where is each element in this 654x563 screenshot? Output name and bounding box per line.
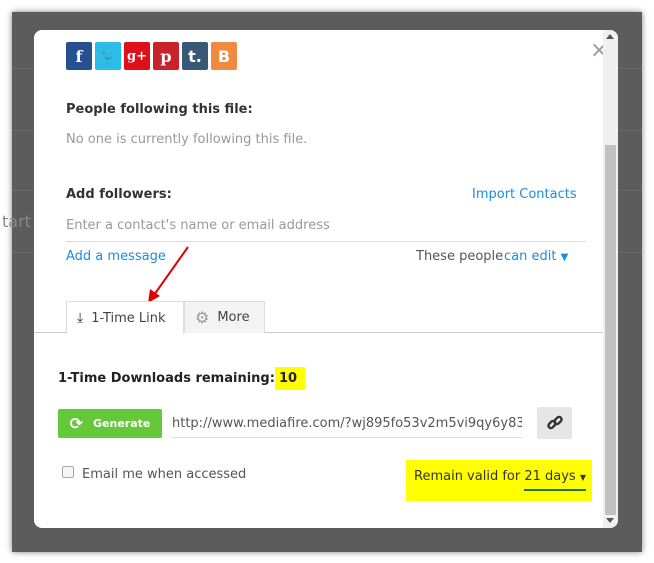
validity-prefix: Remain valid for: [414, 469, 521, 484]
copy-link-button[interactable]: [537, 407, 572, 439]
facebook-icon[interactable]: f: [66, 42, 92, 70]
validity-dropdown[interactable]: Remain valid for 21 days ▼: [406, 460, 592, 501]
scroll-up-icon[interactable]: [606, 34, 614, 39]
email-label: Email me when accessed: [82, 467, 247, 482]
tab-more[interactable]: ⚙ More: [184, 301, 265, 333]
link-url-field[interactable]: [172, 410, 522, 438]
blogger-icon[interactable]: B: [211, 42, 237, 70]
import-contacts-link[interactable]: Import Contacts: [472, 187, 577, 202]
scrollbar[interactable]: [603, 30, 618, 528]
download-icon: ⤓: [77, 310, 84, 326]
background-text: tart: [2, 212, 31, 231]
email-checkbox[interactable]: [62, 466, 74, 478]
google-plus-icon[interactable]: g+: [124, 42, 150, 70]
annotation-arrow: [148, 246, 189, 303]
gear-icon: ⚙: [195, 308, 210, 327]
following-empty: No one is currently following this file.: [66, 132, 308, 147]
caret-down-icon: ▼: [579, 473, 586, 482]
input-underline: [66, 241, 586, 242]
downloads-remaining: 1-Time Downloads remaining: 10: [58, 367, 306, 390]
scrollbar-thumb[interactable]: [605, 145, 616, 515]
permission-dropdown[interactable]: can edit ▼: [504, 249, 568, 264]
validity-select[interactable]: 21 days ▼: [524, 469, 587, 491]
tab-1-time-link[interactable]: ⤓ 1-Time Link: [66, 301, 184, 334]
generate-button[interactable]: ⟳ Generate: [58, 409, 162, 438]
twitter-icon[interactable]: 🐦: [95, 42, 121, 70]
validity-value: 21 days: [524, 469, 576, 484]
scroll-down-icon[interactable]: [606, 518, 614, 523]
add-followers-title: Add followers:: [66, 187, 172, 202]
tab-label: More: [217, 310, 250, 325]
tab-label: 1-Time Link: [91, 310, 166, 326]
link-icon: [546, 415, 563, 430]
caret-down-icon: ▼: [560, 252, 569, 263]
social-share-buttons: f 🐦 g+ p t. B: [66, 42, 237, 70]
these-people-label: These people: [416, 249, 504, 264]
following-title: People following this file:: [66, 102, 253, 117]
refresh-icon: ⟳: [69, 414, 84, 433]
contact-input[interactable]: Enter a contact's name or email address: [66, 218, 586, 233]
permission-value: can edit: [504, 249, 557, 264]
downloads-remaining-label: 1-Time Downloads remaining:: [58, 371, 275, 386]
tumblr-icon[interactable]: t.: [182, 42, 208, 70]
generate-label: Generate: [93, 417, 151, 430]
downloads-remaining-value: 10: [274, 367, 306, 390]
pinterest-icon[interactable]: p: [153, 42, 179, 70]
share-modal: f 🐦 g+ p t. B × People following this fi…: [34, 30, 618, 528]
